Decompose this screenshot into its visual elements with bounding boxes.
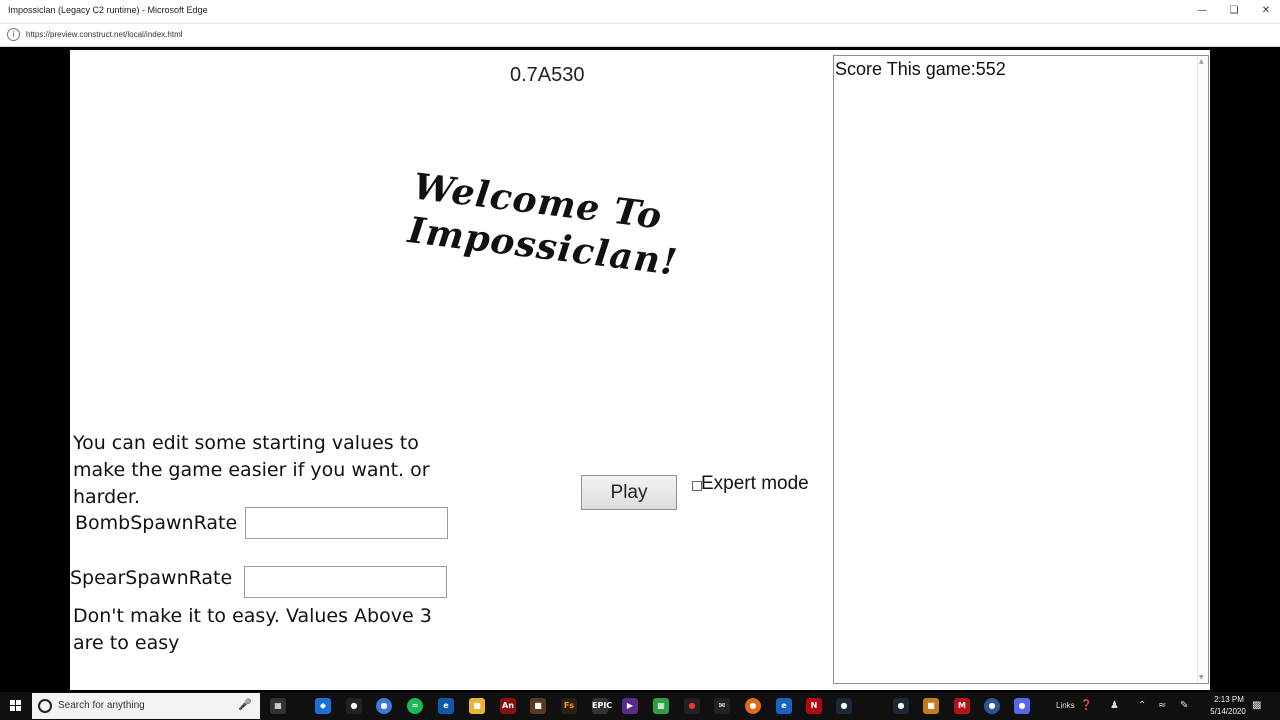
close-button[interactable]: ✕ bbox=[1252, 3, 1280, 19]
clock-time[interactable]: 2:13 PM bbox=[1207, 695, 1251, 704]
version-label: 0.7A530 bbox=[510, 64, 585, 86]
chrome-icon[interactable]: ● bbox=[376, 698, 392, 714]
wifi-icon[interactable]: ≈ bbox=[1158, 700, 1166, 711]
expert-mode-label[interactable]: Expert mode bbox=[701, 473, 809, 495]
links-toolbar[interactable]: Links bbox=[1056, 701, 1075, 710]
warning-text: Don't make it to easy. Values Above 3 ar… bbox=[73, 605, 432, 654]
epic-games-icon[interactable]: EPIC bbox=[592, 698, 612, 714]
voice-icon[interactable]: ● bbox=[346, 698, 362, 714]
address-bar[interactable]: i https://preview.construct.net/local/in… bbox=[0, 24, 1280, 47]
discord-icon[interactable]: ● bbox=[1014, 698, 1030, 714]
pen-icon[interactable]: ✎ bbox=[1180, 700, 1188, 711]
notifications-icon[interactable]: ▩ bbox=[1252, 700, 1261, 711]
score-panel: Score This game:552 ▲ ▼ bbox=[833, 55, 1209, 684]
fuse-icon[interactable]: Fs bbox=[561, 698, 577, 714]
taskbar: Search for anything 🎤 ▦ ◆ ● ● ≈ e ■ An ■… bbox=[0, 692, 1280, 720]
sync-icon[interactable]: ● bbox=[984, 698, 1000, 714]
window-title: Impossiclan (Legacy C2 runtime) - Micros… bbox=[8, 5, 208, 15]
score-text: Score This game:552 bbox=[835, 59, 1006, 79]
blender-icon[interactable]: ● bbox=[745, 698, 761, 714]
paint-icon[interactable]: ● bbox=[684, 698, 700, 714]
game-tray-icon[interactable]: ■ bbox=[923, 698, 939, 714]
search-placeholder: Search for anything bbox=[58, 700, 145, 711]
window-titlebar: Impossiclan (Legacy C2 runtime) - Micros… bbox=[0, 0, 1280, 24]
minecraft-icon[interactable]: ■ bbox=[530, 698, 546, 714]
dropbox-icon[interactable]: ◆ bbox=[315, 698, 331, 714]
spreadsheet-icon[interactable]: ▦ bbox=[653, 698, 669, 714]
help-icon[interactable]: ❓ bbox=[1080, 700, 1092, 711]
taskbar-search[interactable]: Search for anything 🎤 bbox=[32, 693, 260, 719]
clock-date[interactable]: 5/14/2020 bbox=[1204, 707, 1252, 716]
visual-studio-icon[interactable]: ▶ bbox=[622, 698, 638, 714]
intro-text: You can edit some starting values to mak… bbox=[73, 432, 430, 508]
microphone-icon[interactable]: 🎤 bbox=[238, 698, 252, 711]
game-canvas: 0.7A530 Welcome To Impossiclan! You can … bbox=[70, 50, 1210, 690]
scroll-up-icon[interactable]: ▲ bbox=[1199, 58, 1204, 65]
score-scrollbar[interactable]: ▲ ▼ bbox=[1197, 56, 1208, 683]
netflix-icon[interactable]: N bbox=[806, 698, 822, 714]
tray-expand-icon[interactable]: ⌃ bbox=[1138, 700, 1146, 711]
spear-spawn-rate-label: SpearSpawnRate bbox=[70, 567, 233, 589]
animate-icon[interactable]: An bbox=[500, 698, 516, 714]
site-info-icon[interactable]: i bbox=[7, 28, 20, 41]
edge-icon[interactable]: e bbox=[438, 698, 454, 714]
windows-logo-icon bbox=[10, 700, 22, 712]
internet-explorer-icon[interactable]: e bbox=[776, 698, 792, 714]
restore-button[interactable]: ❏ bbox=[1220, 3, 1248, 19]
url-text[interactable]: https://preview.construct.net/local/inde… bbox=[26, 30, 183, 39]
file-explorer-icon[interactable]: ■ bbox=[469, 698, 485, 714]
welcome-title: Welcome To Impossiclan! bbox=[406, 164, 680, 283]
scroll-down-icon[interactable]: ▼ bbox=[1199, 674, 1204, 681]
spotify-icon[interactable]: ≈ bbox=[407, 698, 423, 714]
task-view-icon[interactable]: ▦ bbox=[270, 698, 286, 714]
people-icon[interactable]: ♟ bbox=[1110, 700, 1119, 711]
bomb-spawn-rate-input[interactable] bbox=[245, 507, 448, 539]
play-button[interactable]: Play bbox=[581, 475, 677, 510]
steam-tray-icon[interactable]: ● bbox=[893, 698, 909, 714]
minimize-button[interactable]: — bbox=[1188, 3, 1216, 19]
spear-spawn-rate-input[interactable] bbox=[244, 566, 447, 598]
start-button[interactable] bbox=[0, 692, 32, 720]
mail-icon[interactable]: ✉ bbox=[714, 698, 730, 714]
cortana-icon bbox=[38, 699, 52, 713]
mcafee-icon[interactable]: M bbox=[954, 698, 970, 714]
bomb-spawn-rate-label: BombSpawnRate bbox=[75, 512, 238, 534]
steam-icon[interactable]: ● bbox=[836, 698, 852, 714]
